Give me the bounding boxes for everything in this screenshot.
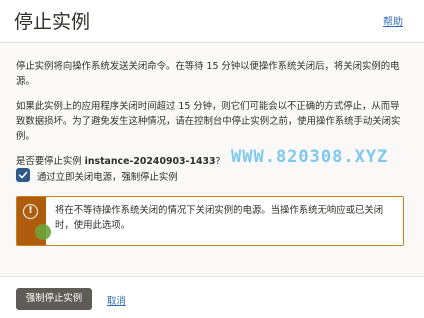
force-stop-checkbox-label[interactable]: 通过立即关闭电源，强制停止实例 <box>37 169 178 183</box>
force-stop-checkbox[interactable] <box>16 168 30 182</box>
confirm-question: 是否要停止实例 instance-20240903-1433? <box>16 153 221 167</box>
confirm-suffix: ? <box>215 156 221 167</box>
dialog-header: 停止实例 帮助 <box>0 0 424 43</box>
dialog-title: 停止实例 <box>14 11 91 33</box>
confirm-prefix: 是否要停止实例 <box>16 156 85 167</box>
watermark: WWW.820308.XYZ <box>231 147 389 167</box>
instance-name: instance-20240903-1433 <box>84 156 216 167</box>
checkmark-icon <box>18 171 28 179</box>
warning-text: 将在不等待操作系统关闭的情况下关闭实例的电源。当操作系统无响应或已关闭时，使用此… <box>55 205 384 231</box>
description-paragraph-2: 如果此实例上的应用程序关闭时间超过 15 分钟，则它们可能会以不正确的方式停止，… <box>16 101 401 142</box>
exclamation-circle-icon: ! <box>23 204 38 219</box>
warning-alert: ! 将在不等待操作系统关闭的情况下关闭实例的电源。当操作系统无响应或已关闭时，使… <box>16 196 404 246</box>
dialog-footer: 强制停止实例 取消 <box>0 276 424 318</box>
description-paragraph-1: 停止实例将向操作系统发送关闭命令。在等待 15 分钟以便操作系统关闭后，将关闭实… <box>16 61 400 87</box>
cancel-link[interactable]: 取消 <box>107 293 126 307</box>
cursor-indicator <box>35 224 51 240</box>
help-link[interactable]: 帮助 <box>383 13 403 28</box>
force-stop-button[interactable]: 强制停止实例 <box>16 288 92 310</box>
dialog-body: 停止实例将向操作系统发送关闭命令。在等待 15 分钟以便操作系统关闭后，将关闭实… <box>0 43 424 275</box>
